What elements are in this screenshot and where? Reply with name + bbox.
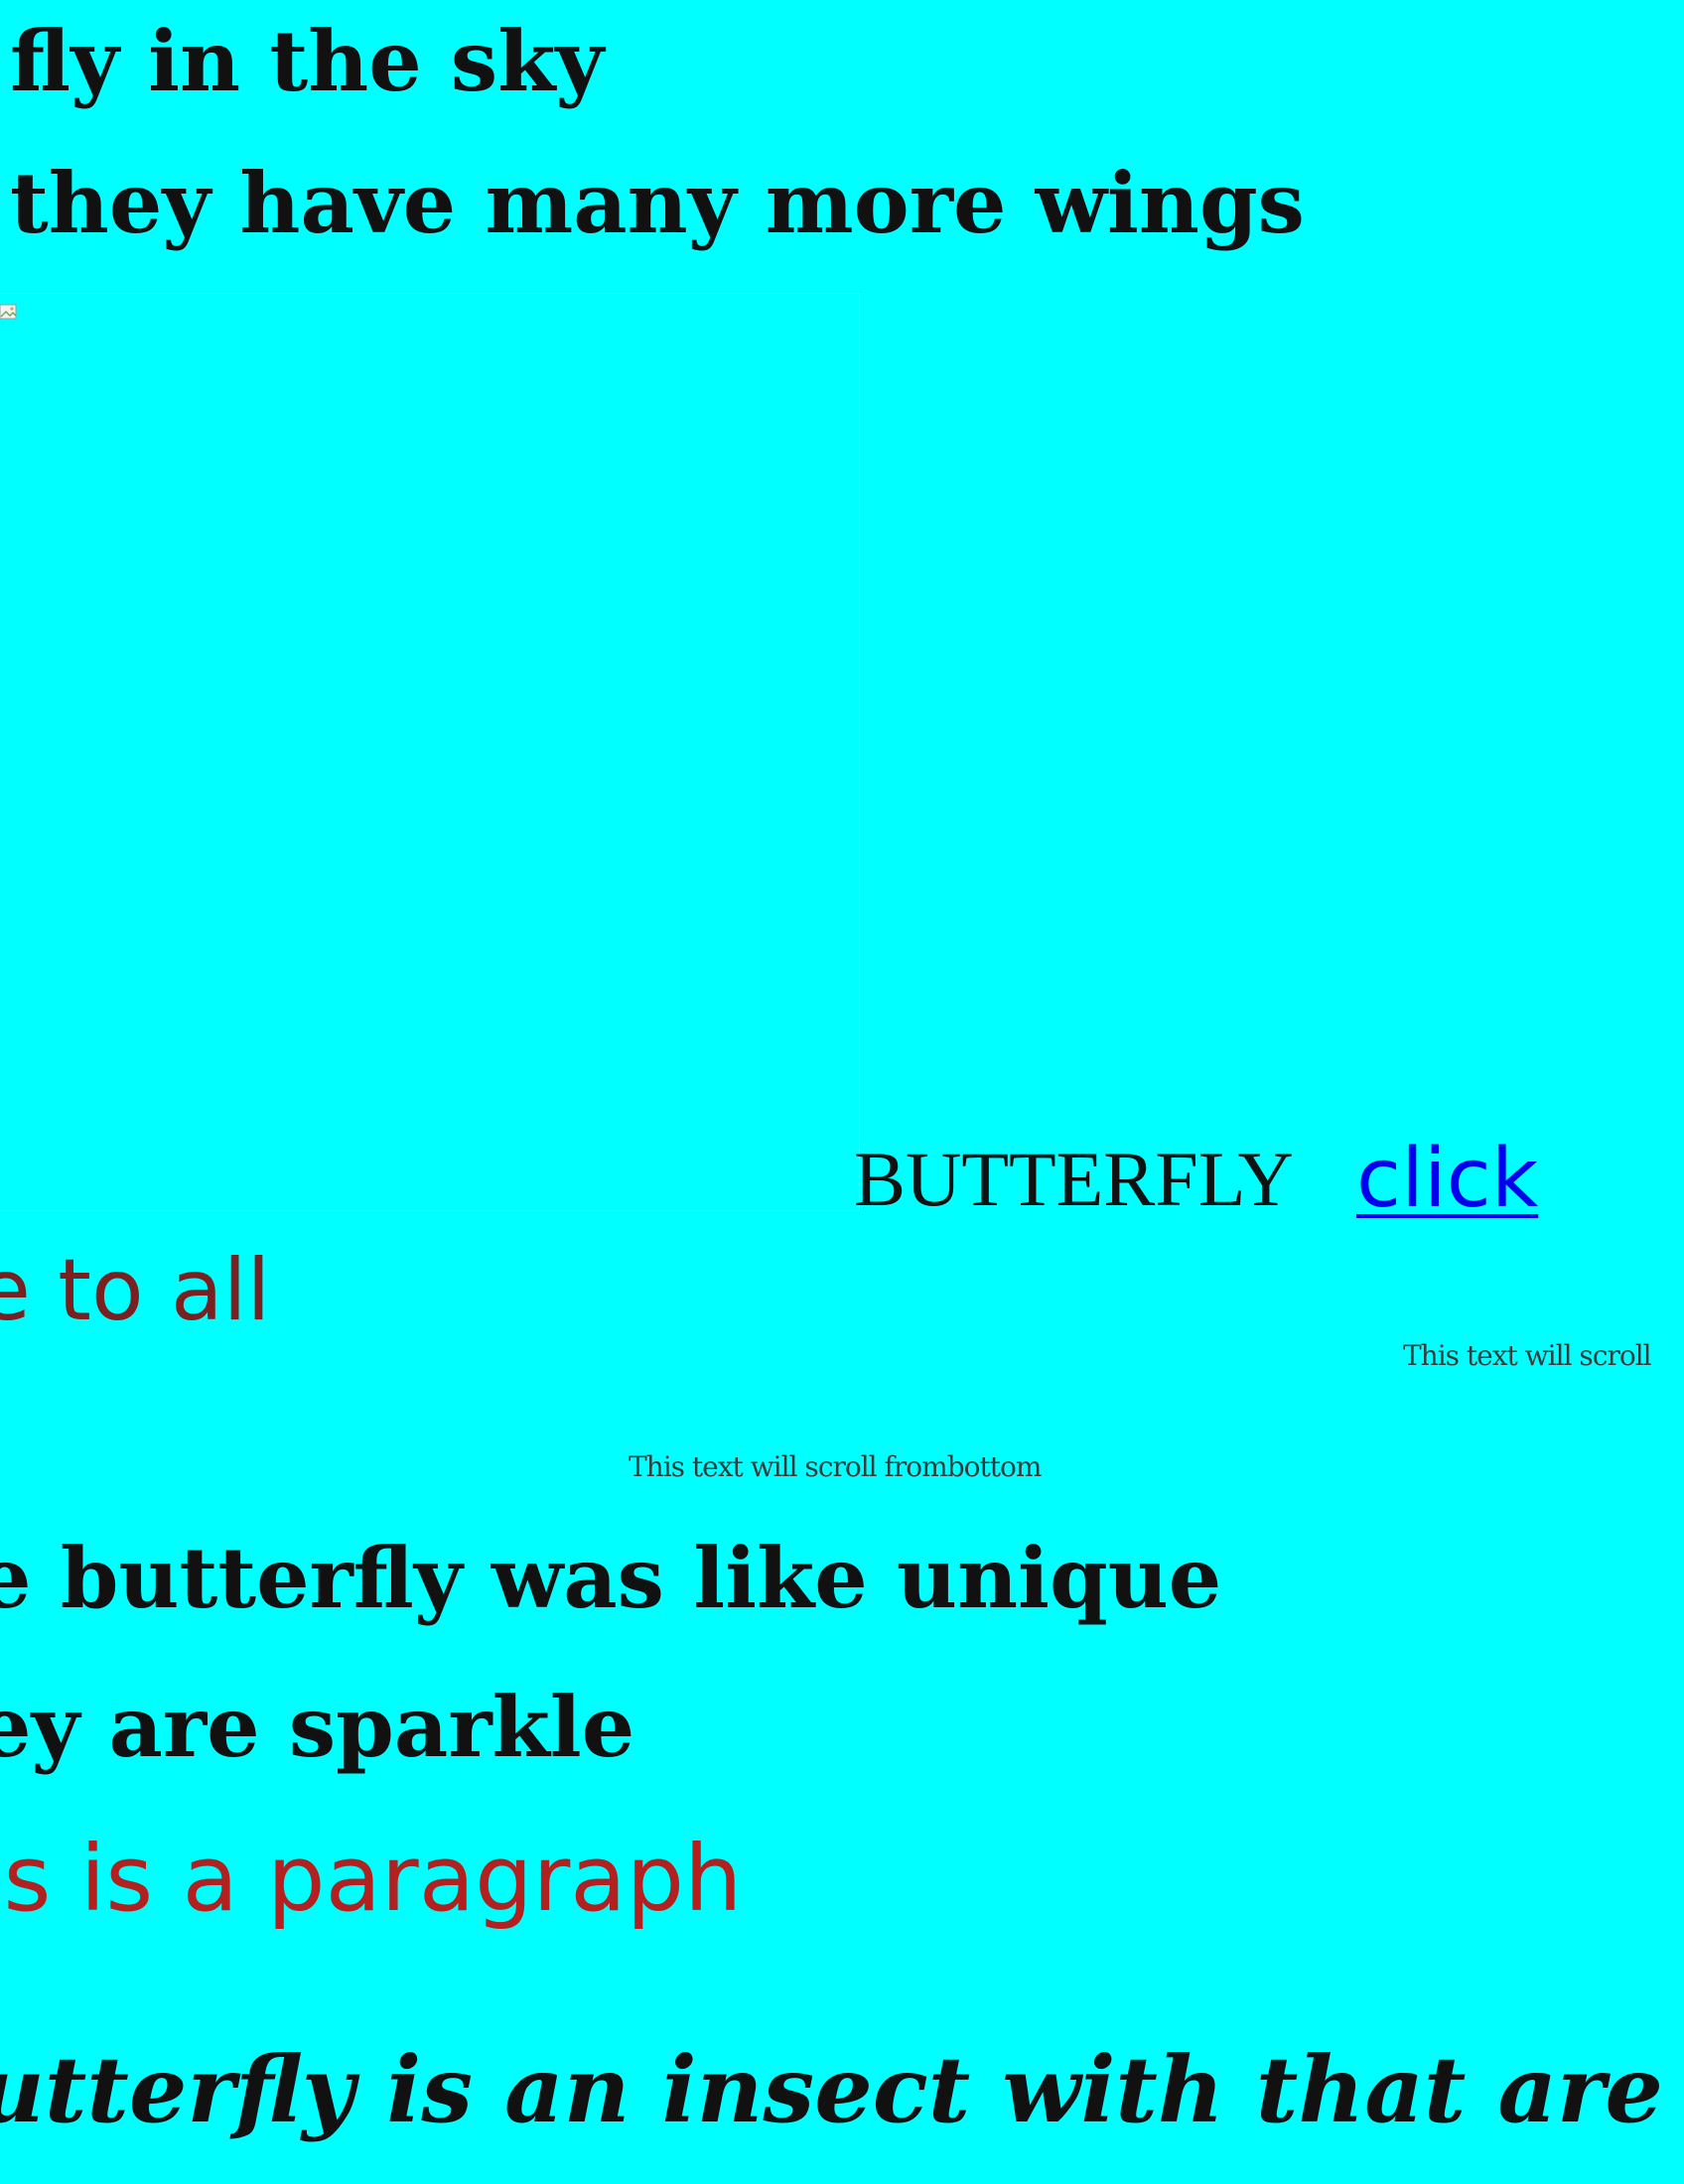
butterfly-description: utterfly is an insect with that are: [0, 2036, 1663, 2143]
click-link[interactable]: click: [1356, 1132, 1538, 1227]
heading-unique: e butterfly was like unique: [0, 1529, 1222, 1627]
butterfly-image: [0, 293, 860, 1211]
heading-fly-in-the-sky: fly in the sky: [10, 12, 605, 110]
paragraph-text: is is a paragraph: [0, 1826, 743, 1932]
butterfly-label: BUTTERFLY: [854, 1136, 1294, 1222]
broken-image-icon: [0, 304, 17, 320]
heading-sparkle: ey are sparkle: [0, 1678, 635, 1776]
welcome-text: e to all: [0, 1241, 271, 1340]
marquee-scroll-bottom: This text will scroll frombottom: [629, 1450, 1042, 1483]
page: fly in the sky they have many more wings…: [0, 0, 1684, 2184]
marquee-scroll-right: This text will scroll: [1403, 1339, 1652, 1372]
heading-many-wings: they have many more wings: [10, 154, 1305, 252]
